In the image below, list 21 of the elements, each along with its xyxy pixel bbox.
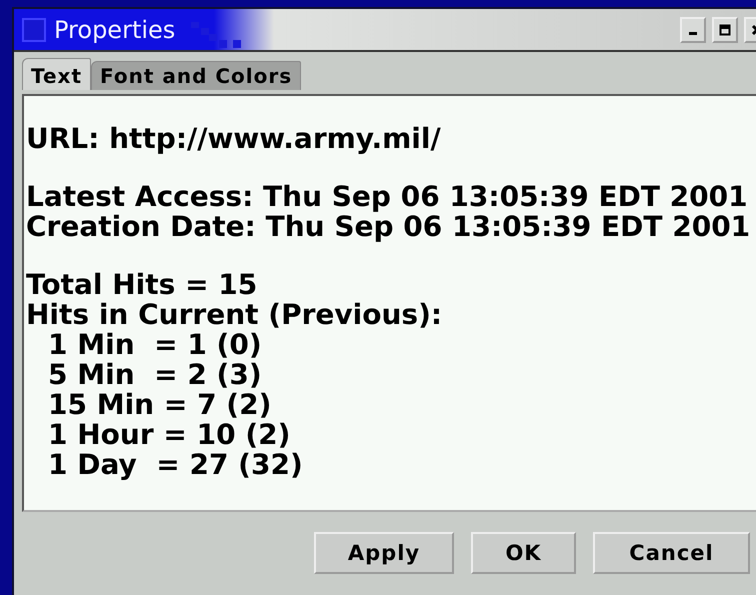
info-line: Latest Access: Thu Sep 06 13:05:39 EDT 2001	[26, 182, 749, 212]
info-line: Hits in Current (Previous):	[26, 300, 444, 330]
dialog-button[interactable]: Apply	[314, 532, 454, 574]
info-line: 1 Min = 1 (0)	[47, 330, 263, 360]
dialog-button[interactable]: OK	[471, 532, 576, 574]
info-line: Total Hits = 15	[26, 270, 258, 300]
window-title: Properties	[54, 16, 176, 44]
maximize-icon	[719, 24, 731, 36]
minimize-button[interactable]	[680, 16, 706, 42]
info-line: 5 Min = 2 (3)	[47, 360, 263, 390]
window-icon	[22, 18, 46, 42]
info-line: URL: http://www.army.mil/	[26, 124, 442, 154]
tab[interactable]: Font and Colors	[91, 61, 302, 90]
info-line: 1 Hour = 10 (2)	[47, 420, 292, 450]
maximize-button[interactable]	[712, 16, 738, 42]
tab[interactable]: Text	[22, 58, 92, 90]
info-line: Creation Date: Thu Sep 06 13:05:39 EDT 2001	[26, 212, 752, 242]
info-line: 15 Min = 7 (2)	[47, 390, 272, 420]
info-line: 1 Day = 27 (32)	[47, 450, 304, 480]
dialog-button[interactable]: Cancel	[593, 532, 750, 574]
minimize-icon	[689, 32, 697, 35]
